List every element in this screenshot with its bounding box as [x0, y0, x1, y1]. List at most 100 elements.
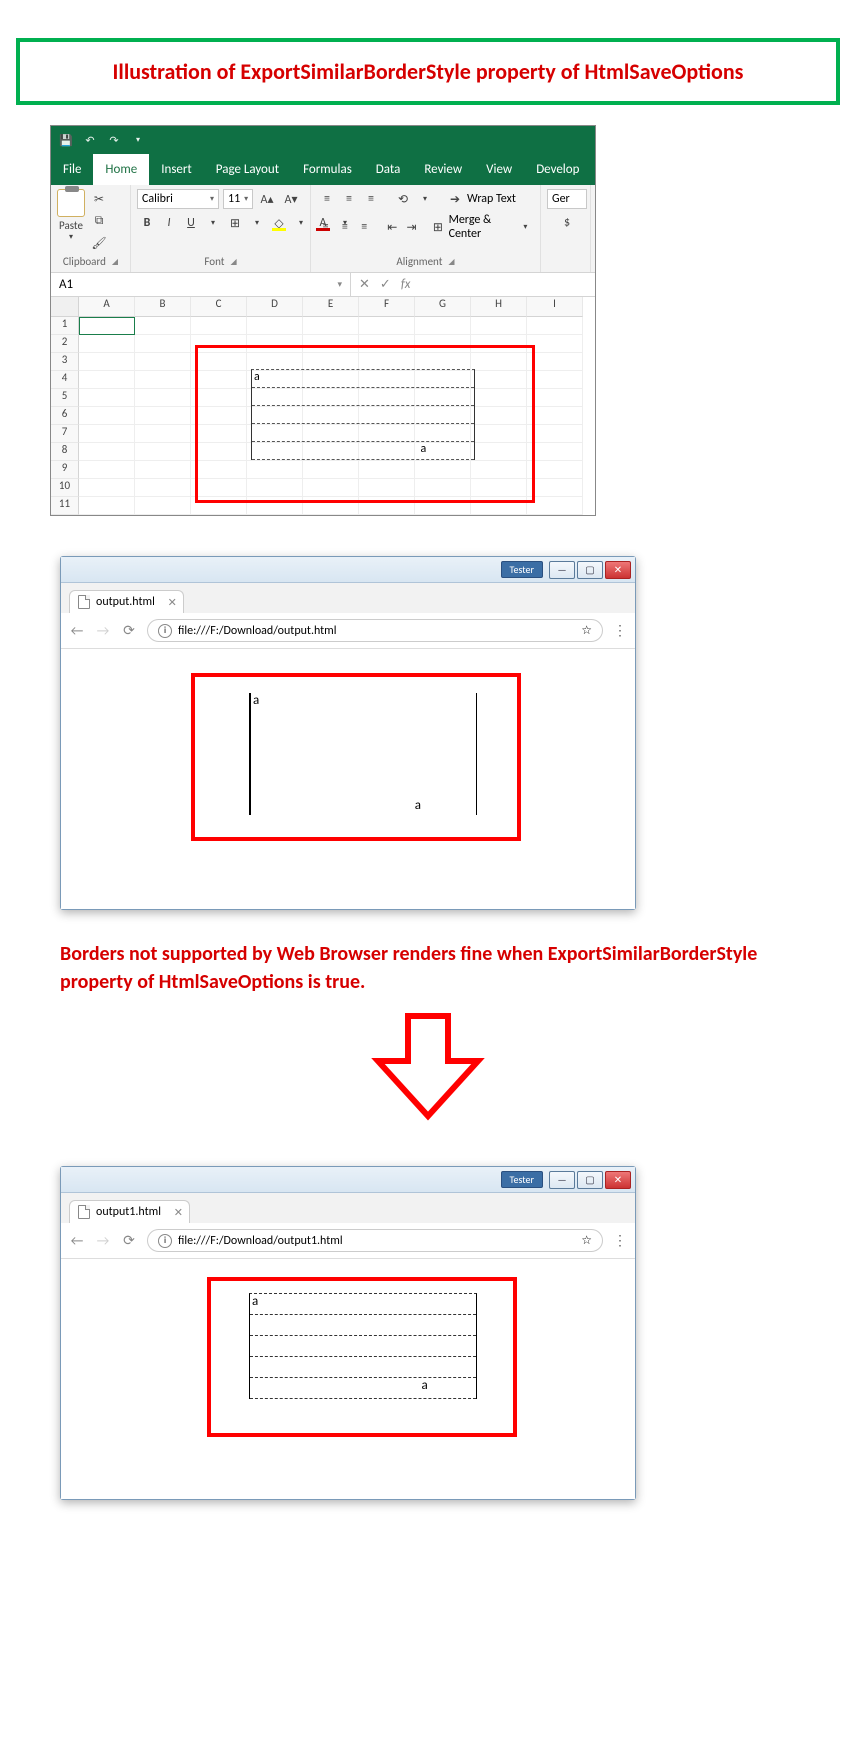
- row-header[interactable]: 4: [51, 371, 79, 389]
- col-header[interactable]: D: [247, 297, 303, 317]
- col-header[interactable]: G: [415, 297, 471, 317]
- align-bottom-icon[interactable]: ≡: [361, 189, 381, 209]
- close-tab-icon[interactable]: ✕: [168, 596, 177, 609]
- col-header[interactable]: E: [303, 297, 359, 317]
- border-icon[interactable]: ⊞: [225, 213, 245, 233]
- number-format-combo[interactable]: Ger: [547, 189, 587, 209]
- caption-text: Borders not supported by Web Browser ren…: [60, 940, 796, 996]
- undo-icon[interactable]: ↶: [83, 133, 97, 147]
- align-top-icon[interactable]: ≡: [317, 189, 337, 209]
- row-header[interactable]: 7: [51, 425, 79, 443]
- wrap-text-button[interactable]: Wrap Text: [467, 192, 516, 206]
- copy-icon[interactable]: ⧉: [89, 211, 109, 231]
- url-bar[interactable]: i file:///F:/Download/output1.html ☆: [147, 1229, 603, 1252]
- excel-window: 💾 ↶ ↷ ▾ File Home Insert Page Layout For…: [50, 125, 596, 516]
- col-header[interactable]: A: [79, 297, 135, 317]
- font-launcher-icon[interactable]: ◢: [230, 257, 236, 267]
- fx-icon[interactable]: fx: [401, 277, 411, 292]
- italic-button[interactable]: I: [159, 213, 179, 233]
- align-middle-icon[interactable]: ≡: [339, 189, 359, 209]
- col-header[interactable]: F: [359, 297, 415, 317]
- col-header[interactable]: C: [191, 297, 247, 317]
- row-header[interactable]: 3: [51, 353, 79, 371]
- col-header[interactable]: B: [135, 297, 191, 317]
- reload-icon[interactable]: ⟳: [121, 622, 137, 639]
- browser-tab[interactable]: output.html ✕: [69, 590, 184, 613]
- name-box[interactable]: A1▾: [51, 273, 351, 296]
- fill-color-icon[interactable]: ◇: [269, 213, 289, 233]
- font-color-icon[interactable]: A: [313, 213, 333, 233]
- row-header[interactable]: 11: [51, 497, 79, 515]
- menu-icon[interactable]: ⋮: [613, 622, 627, 639]
- col-header[interactable]: I: [527, 297, 583, 317]
- info-icon[interactable]: i: [158, 624, 172, 638]
- bordered-range: a a: [251, 369, 475, 460]
- align-center-icon[interactable]: ≡: [336, 217, 353, 237]
- alignment-launcher-icon[interactable]: ◢: [448, 257, 454, 267]
- row-header[interactable]: 6: [51, 407, 79, 425]
- underline-button[interactable]: U: [181, 213, 201, 233]
- cell-value: a: [250, 1294, 307, 1314]
- info-icon[interactable]: i: [158, 1234, 172, 1248]
- decrease-indent-icon[interactable]: ⇤: [384, 217, 401, 237]
- align-right-icon[interactable]: ≡: [356, 217, 373, 237]
- minimize-button[interactable]: —: [549, 1171, 575, 1189]
- tab-view[interactable]: View: [474, 154, 524, 185]
- currency-icon[interactable]: $: [557, 213, 577, 233]
- orientation-icon[interactable]: ⟲: [393, 189, 413, 209]
- format-painter-icon[interactable]: 🖌: [89, 233, 109, 253]
- tab-formulas[interactable]: Formulas: [291, 154, 364, 185]
- maximize-button[interactable]: ▢: [577, 561, 603, 579]
- customize-qat-icon[interactable]: ▾: [131, 133, 145, 147]
- save-icon[interactable]: 💾: [59, 133, 73, 147]
- shrink-font-icon[interactable]: A▾: [281, 189, 301, 209]
- tab-developer[interactable]: Develop: [524, 154, 591, 185]
- col-header[interactable]: H: [471, 297, 527, 317]
- back-icon[interactable]: ←: [69, 622, 85, 639]
- tab-home[interactable]: Home: [93, 154, 149, 185]
- tab-insert[interactable]: Insert: [149, 154, 204, 185]
- tab-page-layout[interactable]: Page Layout: [204, 154, 291, 185]
- browser-tab[interactable]: output1.html ✕: [69, 1200, 190, 1223]
- row-header[interactable]: 8: [51, 443, 79, 461]
- url-bar[interactable]: i file:///F:/Download/output.html ☆: [147, 619, 603, 642]
- tab-data[interactable]: Data: [364, 154, 413, 185]
- grow-font-icon[interactable]: A▴: [257, 189, 277, 209]
- enter-formula-icon[interactable]: ✓: [380, 277, 391, 292]
- reload-icon[interactable]: ⟳: [121, 1232, 137, 1249]
- browser-viewport: a a: [61, 1259, 635, 1499]
- row-header[interactable]: 10: [51, 479, 79, 497]
- star-icon[interactable]: ☆: [581, 623, 592, 638]
- paste-button[interactable]: Paste ▾: [57, 189, 85, 242]
- close-button[interactable]: ✕: [605, 561, 631, 579]
- star-icon[interactable]: ☆: [581, 1233, 592, 1248]
- bold-button[interactable]: B: [137, 213, 157, 233]
- cancel-formula-icon[interactable]: ✕: [359, 277, 370, 292]
- tab-review[interactable]: Review: [412, 154, 474, 185]
- close-tab-icon[interactable]: ✕: [174, 1206, 183, 1219]
- minimize-button[interactable]: —: [549, 561, 575, 579]
- cut-icon[interactable]: ✂: [89, 189, 109, 209]
- menu-icon[interactable]: ⋮: [613, 1232, 627, 1249]
- redo-icon[interactable]: ↷: [107, 133, 121, 147]
- worksheet-grid[interactable]: a a: [79, 317, 595, 515]
- clipboard-icon: [57, 189, 85, 217]
- close-button[interactable]: ✕: [605, 1171, 631, 1189]
- back-icon[interactable]: ←: [69, 1232, 85, 1249]
- forward-icon[interactable]: →: [95, 622, 111, 639]
- row-header[interactable]: 9: [51, 461, 79, 479]
- row-header[interactable]: 1: [51, 317, 79, 335]
- merge-center-button[interactable]: Merge & Center: [449, 213, 515, 241]
- font-size-combo[interactable]: 11▾: [223, 189, 253, 209]
- cell-A1[interactable]: [79, 317, 135, 335]
- browser-window-2: Tester — ▢ ✕ output1.html ✕ ← → ⟳ i file…: [60, 1166, 636, 1500]
- maximize-button[interactable]: ▢: [577, 1171, 603, 1189]
- clipboard-launcher-icon[interactable]: ◢: [112, 257, 118, 267]
- tab-file[interactable]: File: [51, 154, 93, 185]
- increase-indent-icon[interactable]: ⇥: [403, 217, 420, 237]
- font-name-combo[interactable]: Calibri▾: [137, 189, 219, 209]
- row-header[interactable]: 5: [51, 389, 79, 407]
- row-header[interactable]: 2: [51, 335, 79, 353]
- select-all-corner[interactable]: [51, 297, 79, 317]
- forward-icon[interactable]: →: [95, 1232, 111, 1249]
